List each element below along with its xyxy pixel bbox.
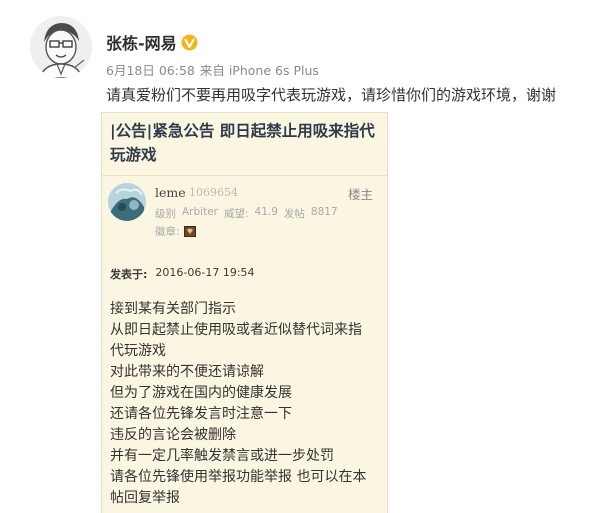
body-line: 违反的言论会被删除 bbox=[110, 427, 236, 443]
floor-label: 楼主 bbox=[347, 187, 373, 202]
posted-time: 2016-06-17 19:54 bbox=[155, 266, 255, 279]
posts-label: 发帖 bbox=[283, 208, 305, 220]
post-date[interactable]: 6月18日 06:58 bbox=[106, 60, 195, 79]
verified-badge-icon bbox=[181, 34, 198, 51]
body-line: 帖回复举报 bbox=[110, 490, 180, 506]
posted-time-row: 发表于: 2016-06-17 19:54 bbox=[110, 266, 255, 282]
level-value: Arbiter bbox=[182, 206, 218, 218]
prestige-label: 威望: bbox=[223, 208, 249, 220]
medal-label: 徽章: bbox=[155, 226, 180, 238]
posts-value: 8817 bbox=[310, 206, 338, 218]
divider bbox=[102, 175, 387, 176]
prestige-value: 41.9 bbox=[254, 206, 278, 218]
body-line: 对此带来的不便还请谅解 bbox=[110, 364, 264, 380]
post-meta: 6月18日 06:58 来自 iPhone 6s Plus bbox=[106, 60, 319, 79]
medal-icon bbox=[183, 226, 196, 237]
body-line: 但为了游戏在国内的健康发展 bbox=[110, 385, 292, 401]
forum-username: leme bbox=[155, 185, 186, 200]
level-label: 级别 bbox=[155, 208, 176, 220]
author-avatar[interactable] bbox=[30, 16, 92, 78]
body-line: 接到某有关部门指示 bbox=[110, 301, 236, 317]
posted-label: 发表于: bbox=[110, 268, 148, 281]
attached-image-card[interactable]: |公告|紧急公告 即日起禁止用吸来指代玩游戏 leme 1069654 楼主 级… bbox=[101, 112, 388, 513]
user-stats: 级别 Arbiter 威望: 41.9 发帖 8817 bbox=[155, 206, 338, 221]
author-name[interactable]: 张栋-网易 bbox=[106, 30, 177, 54]
post-source: 来自 iPhone 6s Plus bbox=[199, 63, 319, 78]
post-text: 请真爱粉们不要再用吸字代表玩游戏，请珍惜你们的游戏环境，谢谢 bbox=[106, 86, 557, 104]
forum-thread-title: |公告|紧急公告 即日起禁止用吸来指代玩游戏 bbox=[110, 122, 375, 164]
body-line: 代玩游戏 bbox=[110, 343, 166, 359]
announcement-body: 接到某有关部门指示 从即日起禁止使用吸或者近似替代词来指 代玩游戏 对此带来的不… bbox=[110, 299, 385, 509]
body-line: 并有一定几率触发禁言或进一步处罚 bbox=[110, 448, 334, 464]
user-avatar bbox=[108, 183, 146, 221]
medal-row: 徽章: bbox=[155, 224, 196, 239]
author-row: 张栋-网易 bbox=[106, 31, 198, 53]
body-line: 请各位先锋使用举报功能举报 也可以在本 bbox=[110, 469, 367, 485]
body-line: 还请各位先锋发言时注意一下 bbox=[110, 406, 292, 422]
forum-user-id: 1069654 bbox=[189, 186, 238, 199]
body-line: 从即日起禁止使用吸或者近似替代词来指 bbox=[110, 322, 362, 338]
